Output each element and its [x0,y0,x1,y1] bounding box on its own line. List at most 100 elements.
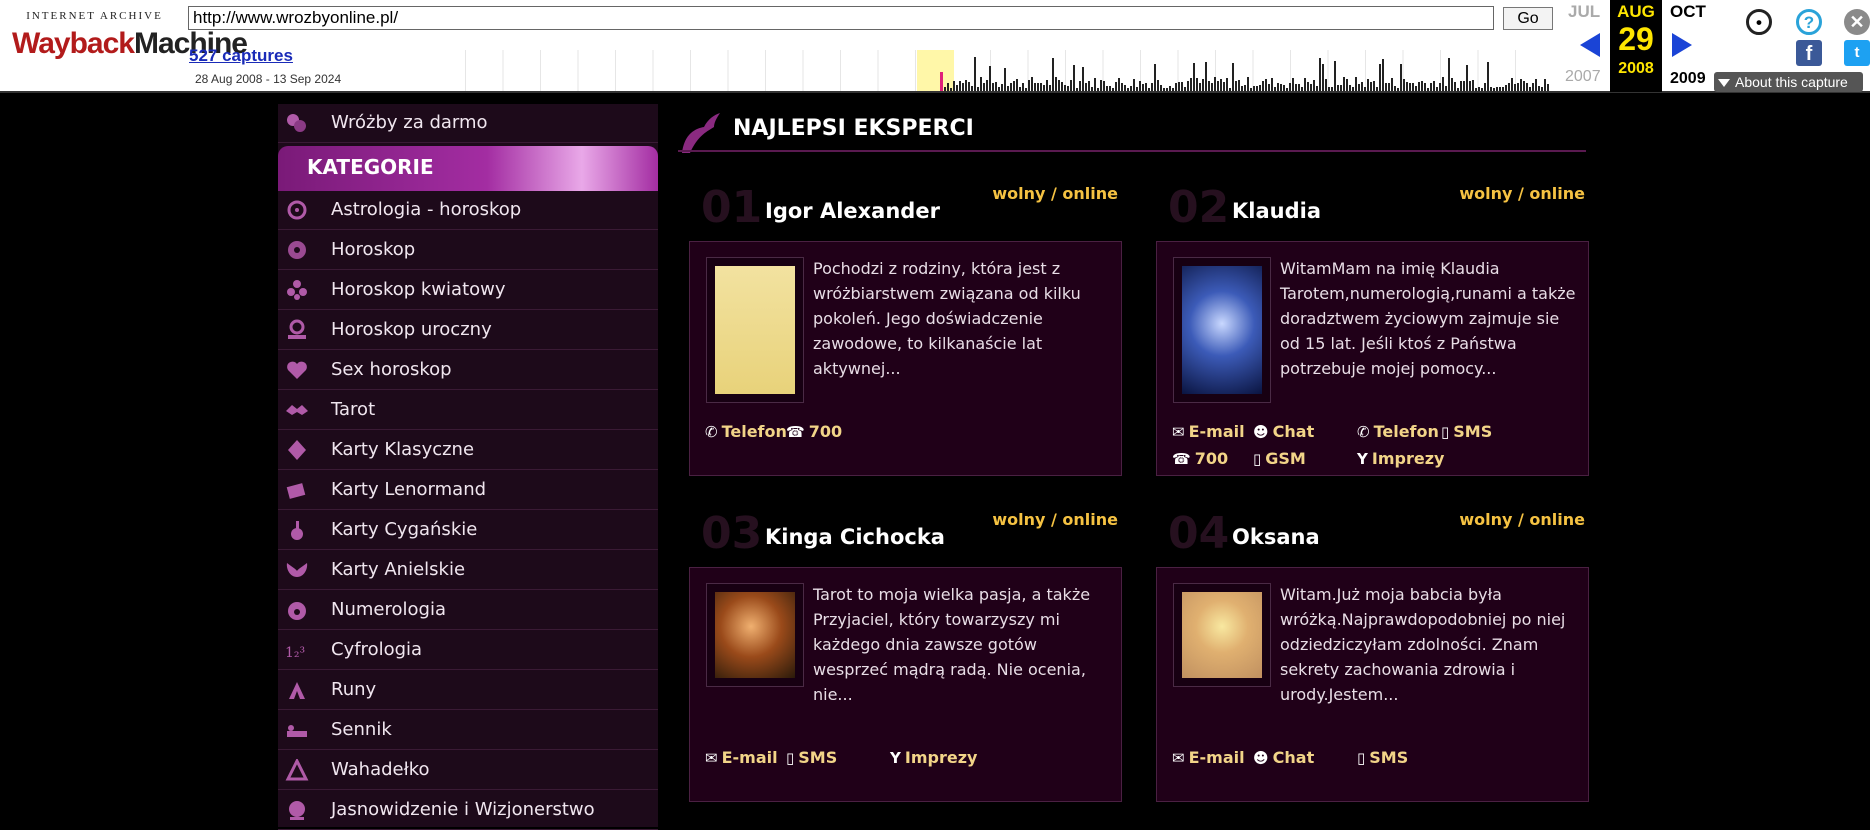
sparkline-bar [1232,63,1234,91]
sparkline-bar [1049,85,1051,91]
captures-link[interactable]: 527 captures [189,46,293,66]
service-700[interactable]: ☎ 700 [1172,449,1228,468]
prev-capture-arrow-icon[interactable] [1580,33,1600,57]
sidebar-item-14[interactable]: Wahadełko [278,751,658,790]
sparkline-bar [992,83,994,91]
service-sms[interactable]: ▯ SMS [786,748,837,767]
sidebar-item-4[interactable]: Sex horoskop [278,351,658,390]
expert-name[interactable]: Igor Alexander [765,199,940,223]
service-imprezy[interactable]: Y Imprezy [890,748,977,767]
sparkline-bar [1091,87,1093,91]
sparkline-bar [1028,80,1030,91]
expert-photo[interactable] [1173,583,1271,687]
sparkline-bar [1280,84,1282,91]
next-month[interactable]: OCT [1670,2,1706,22]
service-e-mail[interactable]: ✉ E-mail [705,748,778,767]
sidebar-item-7[interactable]: Karty Lenormand [278,471,658,510]
next-capture-arrow-icon[interactable] [1672,33,1692,57]
sparkline-bar [1136,87,1138,91]
service-sms[interactable]: ▯ SMS [1441,422,1492,441]
expert-status: wolny / online [1459,184,1585,203]
service-gsm[interactable]: ▯ GSM [1253,449,1306,468]
expert-card: Pochodzi z rodziny, która jest z wróżbia… [689,241,1122,476]
sidebar-item-13[interactable]: Sennik [278,711,658,750]
sparkline-bar [989,66,991,91]
service-imprezy[interactable]: Y Imprezy [1357,449,1444,468]
service-chat[interactable]: ☻ Chat [1253,748,1314,767]
expert-name[interactable]: Oksana [1232,525,1320,549]
sparkline-bar [1073,65,1075,91]
current-year: 2008 [1618,60,1654,77]
close-icon[interactable]: ✕ [1844,9,1870,35]
sidebar-item-8[interactable]: Karty Cygańskie [278,511,658,550]
dragon-icon [682,113,720,153]
service-chat[interactable]: ☻ Chat [1253,422,1314,441]
sidebar-item-1[interactable]: Horoskop [278,231,658,270]
sparkline-bar [959,81,961,91]
twitter-icon[interactable]: t [1844,40,1870,66]
service-700[interactable]: ☎ 700 [786,422,842,441]
sidebar-item-15[interactable]: Jasnowidzenie i Wizjonerstwo [278,791,658,830]
service-telefon[interactable]: ✆ Telefon [705,422,787,441]
expert-name[interactable]: Kinga Cichocka [765,525,945,549]
mobile-icon: ▯ [1357,749,1366,767]
sparkline-bar [962,83,964,91]
sparkline-bar [1439,83,1441,91]
sidebar-item-9[interactable]: Karty Anielskie [278,551,658,590]
about-capture-label: About this capture [1735,74,1848,90]
categories-title: KATEGORIE [307,155,434,179]
url-input[interactable]: http://www.wrozbyonline.pl/ [188,6,1494,30]
wayback-logo-top: INTERNET ARCHIVE [26,10,163,22]
sparkline-bar [1433,81,1435,91]
sparkline-bar [1370,82,1372,91]
service-sms[interactable]: ▯ SMS [1357,748,1408,767]
hearts-icon [287,361,307,379]
help-icon[interactable]: ? [1796,9,1822,35]
sparkline-bar [1487,62,1489,91]
sidebar-item-0[interactable]: Astrologia - horoskop [278,191,658,230]
expert-number: 03 [701,508,763,559]
prev-year[interactable]: 2007 [1565,68,1601,86]
sparkline-bar [1133,79,1135,91]
expert-description: Witam.Już moja babcia była wróżką.Najpra… [1280,585,1566,704]
sparkline-bar [980,77,982,91]
sparkline-bar [1457,88,1459,91]
sparkline-bar [956,85,958,91]
user-icon[interactable]: • [1746,9,1772,35]
about-capture-button[interactable]: About this capture [1714,72,1863,92]
mobile-icon: ▯ [1253,450,1262,468]
expert-photo-image [1182,592,1262,678]
expert-photo[interactable] [1173,257,1271,403]
sparkline-bar [1055,77,1057,91]
wayback-logo[interactable]: INTERNET ARCHIVE WaybackMachine [12,10,248,78]
sparkline-bar [1181,82,1183,91]
service-e-mail[interactable]: ✉ E-mail [1172,748,1245,767]
prev-month[interactable]: JUL [1568,2,1600,22]
sparkline-bar [1259,85,1261,91]
sidebar-item-5[interactable]: Tarot [278,391,658,430]
telephone-icon: ☎ [1172,450,1191,468]
sidebar-item-12[interactable]: Runy [278,671,658,710]
sidebar-item-10[interactable]: Numerologia [278,591,658,630]
sidebar-item-11[interactable]: 1₂³ Cyfrologia [278,631,658,670]
expert-photo[interactable] [706,257,804,403]
capture-sparkline[interactable] [465,50,1550,91]
sidebar-item-label: Karty Klasyczne [331,439,475,460]
next-year[interactable]: 2009 [1670,70,1706,88]
sparkline-bar [1517,83,1519,91]
sidebar-item-3[interactable]: Horoskop uroczny [278,311,658,350]
experts-section: NAJLEPSI EKSPERCI 01 Igor Alexander wolny … [678,104,1589,827]
sparkline-bar [1442,77,1444,91]
sidebar-item-6[interactable]: Karty Klasyczne [278,431,658,470]
expert-name[interactable]: Klaudia [1232,199,1321,223]
sidebar-item-2[interactable]: Horoskop kwiatowy [278,271,658,310]
service-telefon[interactable]: ✆ Telefon [1357,422,1439,441]
sparkline-bar [968,82,970,91]
facebook-icon[interactable]: f [1796,40,1822,66]
sparkline-bar [1160,85,1162,91]
service-e-mail[interactable]: ✉ E-mail [1172,422,1245,441]
expert-photo-image [715,592,795,678]
go-button[interactable]: Go [1503,7,1553,30]
sidebar-item-wrozby-za-darmo[interactable]: Wróżby za darmo [278,104,658,143]
expert-photo[interactable] [706,583,804,687]
